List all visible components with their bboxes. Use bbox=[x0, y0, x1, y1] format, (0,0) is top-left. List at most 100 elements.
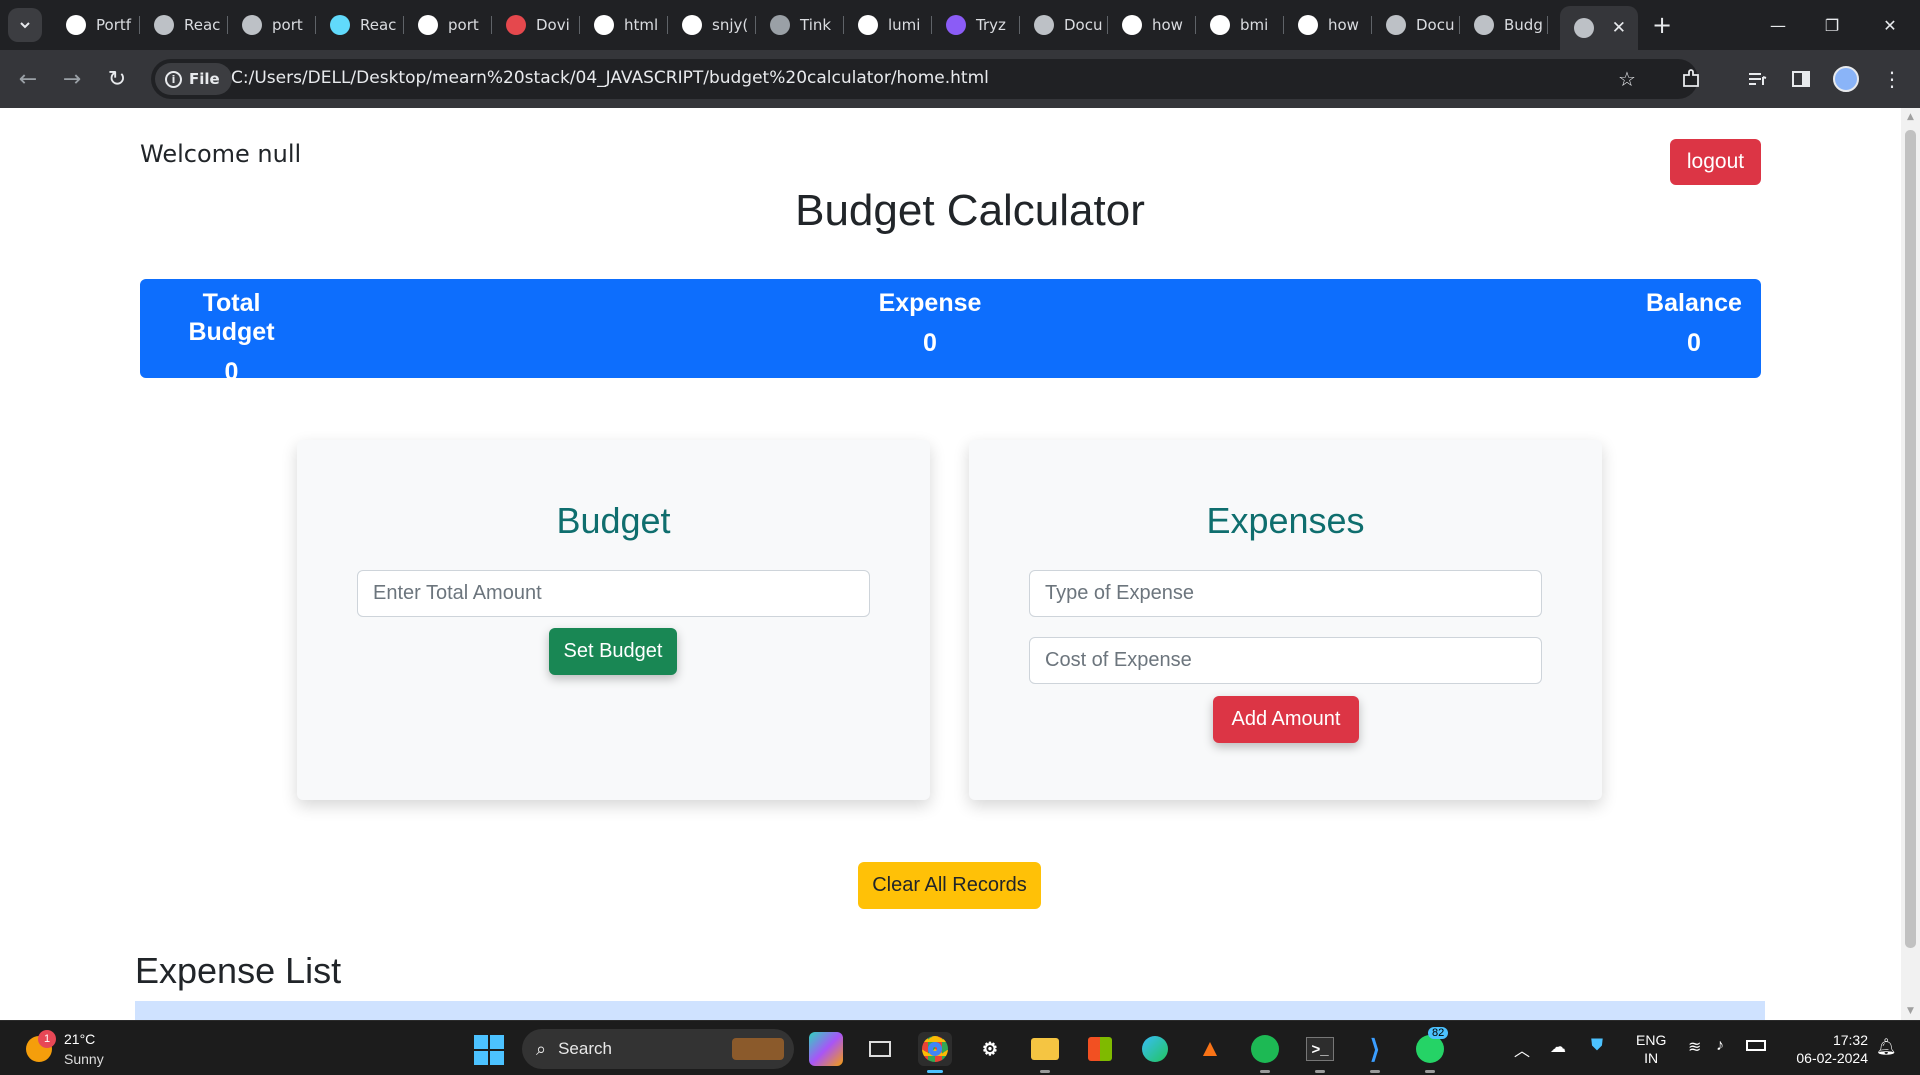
expense-cost-input[interactable] bbox=[1029, 637, 1542, 684]
vlc-icon[interactable]: ▲ bbox=[1193, 1032, 1227, 1066]
set-budget-button[interactable]: Set Budget bbox=[549, 628, 677, 675]
kebab-menu-icon[interactable]: ⋮ bbox=[1876, 63, 1908, 95]
browser-tab-label: Portf bbox=[96, 16, 132, 34]
browser-tab-label: Reac bbox=[184, 16, 221, 34]
clock[interactable]: 17:32 06-02-2024 bbox=[1786, 1031, 1868, 1067]
globe-icon bbox=[1034, 15, 1054, 35]
tab-separator bbox=[1547, 16, 1548, 34]
media-queue-icon[interactable] bbox=[1741, 63, 1773, 95]
browser-tab[interactable]: html bbox=[580, 6, 668, 44]
browser-tab[interactable]: lumi bbox=[844, 6, 932, 44]
profile-avatar-icon[interactable] bbox=[1830, 63, 1862, 95]
browser-tab[interactable]: bmi bbox=[1196, 6, 1284, 44]
browser-tab[interactable]: Docu bbox=[1372, 6, 1460, 44]
tray-overflow-icon[interactable]: ︿ bbox=[1514, 1037, 1530, 1061]
balance-summary: Balance 0 bbox=[1644, 289, 1744, 358]
expense-type-input[interactable] bbox=[1029, 570, 1542, 617]
browser-tab[interactable]: Dovi bbox=[492, 6, 580, 44]
restore-icon[interactable]: ❐ bbox=[1812, 12, 1852, 38]
task-view-icon[interactable] bbox=[863, 1032, 897, 1066]
globe-icon bbox=[1574, 18, 1594, 38]
scroll-up-icon[interactable]: ▲ bbox=[1905, 112, 1916, 122]
wifi-icon[interactable]: ≋ bbox=[1688, 1037, 1701, 1057]
google-icon bbox=[1298, 15, 1318, 35]
browser-tab[interactable]: Budg bbox=[1460, 6, 1548, 44]
browser-tab-label: snjy( bbox=[712, 16, 749, 34]
browser-tab[interactable]: Docu bbox=[1020, 6, 1108, 44]
browser-tab[interactable]: port bbox=[228, 6, 316, 44]
extensions-icon[interactable] bbox=[1675, 63, 1707, 95]
reload-icon[interactable]: ↻ bbox=[101, 63, 133, 95]
browser-tab[interactable]: Reac bbox=[140, 6, 228, 44]
url-text[interactable]: C:/Users/DELL/Desktop/mearn%20stack/04_J… bbox=[231, 68, 989, 88]
add-amount-button[interactable]: Add Amount bbox=[1213, 696, 1359, 743]
page-scrollbar[interactable]: ▲ ▼ bbox=[1901, 108, 1920, 1020]
browser-tab[interactable]: Portf bbox=[52, 6, 140, 44]
back-arrow-icon[interactable]: ← bbox=[12, 63, 44, 95]
settings-gear-icon[interactable]: ⚙ bbox=[973, 1032, 1007, 1066]
site-info-chip[interactable]: i File bbox=[155, 63, 232, 95]
browser-tab-label: Docu bbox=[1416, 16, 1455, 34]
browser-tab[interactable]: Tryz bbox=[932, 6, 1020, 44]
copilot-icon[interactable] bbox=[809, 1032, 843, 1066]
browser-tab-label: port bbox=[272, 16, 303, 34]
taskbar-search[interactable]: ⌕ Search bbox=[522, 1029, 794, 1069]
notification-bell-icon[interactable]: 🔔︎ bbox=[1876, 1037, 1896, 1057]
browser-tab[interactable]: how bbox=[1108, 6, 1196, 44]
scrollbar-thumb[interactable] bbox=[1905, 130, 1916, 948]
app-red-icon bbox=[506, 15, 526, 35]
info-icon: i bbox=[165, 70, 182, 88]
budget-summary-bar: Total Budget 0 Expense 0 Balance 0 bbox=[140, 279, 1761, 386]
google-icon bbox=[1122, 15, 1142, 35]
scroll-down-icon[interactable]: ▼ bbox=[1905, 1006, 1916, 1016]
volume-icon[interactable]: ♪ bbox=[1716, 1037, 1724, 1055]
tab-search-button[interactable] bbox=[8, 8, 42, 42]
new-tab-button[interactable]: + bbox=[1647, 10, 1677, 40]
forward-arrow-icon[interactable]: → bbox=[56, 63, 88, 95]
browser-tab[interactable]: Tink bbox=[756, 6, 844, 44]
browser-toolbar: ← → ↻ i File C:/Users/DELL/Desktop/mearn… bbox=[0, 50, 1920, 108]
browser-tab[interactable]: how bbox=[1284, 6, 1372, 44]
close-icon[interactable]: ✕ bbox=[1612, 18, 1626, 38]
bookmark-star-icon[interactable]: ☆ bbox=[1611, 63, 1643, 95]
total-amount-input[interactable] bbox=[357, 570, 870, 617]
browser-tab[interactable]: snjy( bbox=[668, 6, 756, 44]
onedrive-cloud-icon[interactable]: ☁ bbox=[1550, 1037, 1566, 1057]
side-panel-icon[interactable] bbox=[1785, 63, 1817, 95]
edge-icon[interactable] bbox=[1138, 1032, 1172, 1066]
window-close-icon[interactable]: ✕ bbox=[1870, 12, 1910, 38]
total-budget-label: Total Budget bbox=[188, 289, 275, 346]
file-chip-label: File bbox=[189, 70, 220, 88]
github-icon bbox=[66, 15, 86, 35]
globe-icon bbox=[242, 15, 262, 35]
browser-tab-label: html bbox=[624, 16, 659, 34]
browser-tab[interactable]: port bbox=[404, 6, 492, 44]
balance-label: Balance bbox=[1646, 289, 1742, 317]
browser-tab-label: bmi bbox=[1240, 16, 1269, 34]
language-indicator[interactable]: ENG IN bbox=[1636, 1031, 1666, 1067]
address-bar[interactable]: i File C:/Users/DELL/Desktop/mearn%20sta… bbox=[151, 59, 1698, 99]
vscode-icon[interactable]: ⟩ bbox=[1358, 1032, 1392, 1073]
browser-tab-label: Docu bbox=[1064, 16, 1103, 34]
battery-icon[interactable] bbox=[1746, 1037, 1766, 1051]
region-code: IN bbox=[1644, 1050, 1659, 1066]
browser-tab-label: how bbox=[1152, 16, 1183, 34]
expense-list-title: Expense List bbox=[135, 950, 342, 991]
windows-start-icon[interactable] bbox=[474, 1035, 504, 1065]
defender-shield-icon[interactable]: ⛊ bbox=[1591, 1037, 1603, 1055]
microsoft-store-icon[interactable] bbox=[1083, 1032, 1117, 1066]
minimize-icon[interactable]: — bbox=[1758, 12, 1798, 38]
budget-card: Budget Set Budget bbox=[297, 440, 930, 800]
file-explorer-icon[interactable] bbox=[1028, 1032, 1062, 1073]
chrome-icon[interactable] bbox=[918, 1032, 952, 1073]
expenses-card: Expenses Add Amount bbox=[969, 440, 1602, 800]
tab-active[interactable]: ✕ bbox=[1560, 6, 1638, 50]
spotify-icon[interactable] bbox=[1248, 1032, 1282, 1073]
total-budget-value: 0 bbox=[224, 358, 239, 386]
terminal-icon[interactable]: >_ bbox=[1303, 1032, 1337, 1073]
google-icon bbox=[594, 15, 614, 35]
clear-all-records-button[interactable]: Clear All Records bbox=[858, 862, 1041, 909]
browser-tab[interactable]: Reac bbox=[316, 6, 404, 44]
logout-button[interactable]: logout bbox=[1670, 139, 1761, 185]
browser-tab-label: Dovi bbox=[536, 16, 570, 34]
